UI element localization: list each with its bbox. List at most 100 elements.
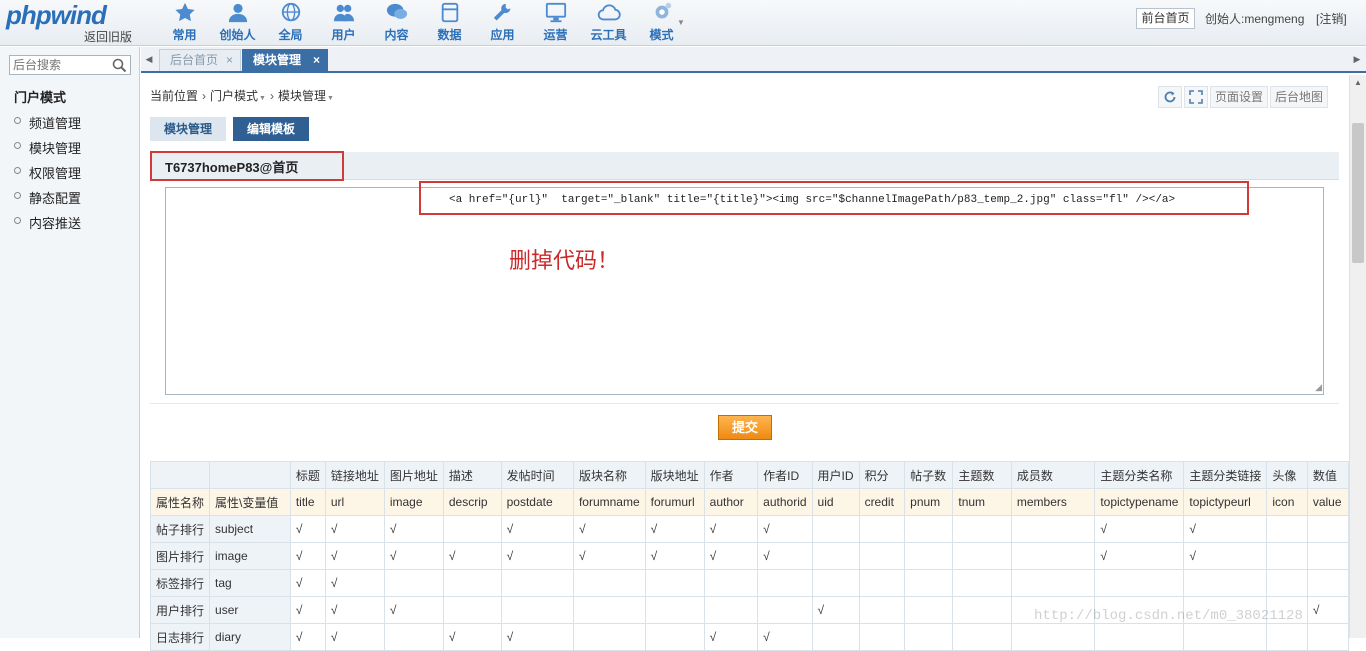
resize-handle-icon[interactable]: ◢	[1315, 382, 1322, 393]
chevron-down-icon[interactable]: ▼	[259, 95, 266, 102]
main-content: 当前位置 › 门户模式▼ › 模块管理▼ 页面设置 后台地图 模块管理 编辑模板 T67…	[141, 75, 1350, 651]
logo-text: phpwind	[6, 0, 107, 30]
front-home-button[interactable]: 前台首页	[1136, 8, 1195, 29]
table-cell	[904, 596, 954, 624]
search-icon[interactable]	[112, 58, 127, 73]
logo[interactable]: phpwind 返回旧版	[6, 0, 136, 46]
chevron-down-icon[interactable]: ▼	[327, 95, 334, 102]
breadcrumb-module-management[interactable]: 模块管理	[278, 89, 326, 103]
page-settings-button[interactable]: 页面设置	[1210, 86, 1269, 108]
table-cell	[1094, 623, 1185, 651]
nav-item-label: 数据	[437, 28, 462, 42]
table-cell: 用户ID	[811, 461, 860, 489]
table-cell	[149, 461, 211, 489]
scroll-up-icon[interactable]: ▲	[1350, 75, 1366, 91]
nav-item-8[interactable]: 云工具	[582, 0, 635, 46]
close-icon[interactable]: ×	[226, 50, 233, 70]
table-cell: 主题分类名称	[1094, 461, 1185, 489]
table-cell: √	[442, 542, 502, 570]
refresh-button[interactable]	[1158, 86, 1182, 108]
table-cell: √	[383, 515, 444, 543]
table-cell: tnum	[952, 488, 1012, 516]
subtab-module-management[interactable]: 模块管理	[150, 117, 227, 141]
table-cell: value	[1306, 488, 1350, 516]
search-input[interactable]	[13, 58, 111, 72]
sidebar-item[interactable]: 频道管理	[14, 113, 81, 138]
table-cell	[904, 569, 954, 597]
table-cell: √	[289, 542, 326, 570]
tab-scroll-right-icon[interactable]: ▶	[1350, 51, 1364, 67]
scrollbar-thumb[interactable]	[1352, 123, 1364, 263]
nav-item-6[interactable]: 应用	[476, 0, 529, 46]
bullet-icon	[14, 167, 21, 174]
table-cell: authorid	[757, 488, 813, 516]
table-cell	[644, 596, 705, 624]
nav-item-1[interactable]: 创始人	[211, 0, 264, 46]
table-cell	[1306, 569, 1350, 597]
table-cell: 描述	[442, 461, 502, 489]
table-cell: 版块地址	[644, 461, 705, 489]
nav-item-5[interactable]: 数据	[423, 0, 476, 46]
vertical-scrollbar[interactable]: ▲	[1349, 75, 1366, 638]
table-cell: topictypeurl	[1183, 488, 1268, 516]
tab-scroll-left-icon[interactable]: ◀	[142, 51, 156, 67]
close-icon[interactable]: ×	[313, 50, 320, 70]
tab-module-management[interactable]: 模块管理 ×	[242, 49, 328, 71]
table-cell	[904, 542, 954, 570]
table-cell	[442, 596, 502, 624]
table-cell	[1306, 542, 1350, 570]
table-cell: title	[289, 488, 326, 516]
table-cell	[1010, 623, 1096, 651]
chevron-down-icon[interactable]: ▼	[677, 18, 685, 27]
table-cell	[811, 515, 860, 543]
sidebar-item[interactable]: 内容推送	[14, 213, 81, 238]
bullet-icon	[14, 142, 21, 149]
template-editor[interactable]: <a href="{url}" target="_blank" title="{…	[165, 181, 1324, 395]
subtab-edit-template[interactable]: 编辑模板	[233, 117, 310, 141]
nav-item-7[interactable]: 运营	[529, 0, 582, 46]
logout-link[interactable]: [注销]	[1316, 10, 1347, 27]
table-cell: √	[383, 542, 444, 570]
table-cell: user	[209, 596, 291, 624]
nav-item-2[interactable]: 全局	[264, 0, 317, 46]
table-cell	[1306, 623, 1350, 651]
nav-item-0[interactable]: 常用	[158, 0, 211, 46]
refresh-icon	[1164, 91, 1176, 103]
table-cell	[1010, 515, 1096, 543]
table-cell	[858, 623, 906, 651]
table-cell: √	[289, 515, 326, 543]
fullscreen-button[interactable]	[1184, 86, 1208, 108]
sidebar-item[interactable]: 权限管理	[14, 163, 81, 188]
chat-icon	[386, 3, 407, 19]
sidebar-item[interactable]: 静态配置	[14, 188, 81, 213]
sidebar-item[interactable]: 模块管理	[14, 138, 81, 163]
back-old-version-link[interactable]: 返回旧版	[84, 28, 132, 45]
tab-bar: ◀ 后台首页 × 模块管理 × ▶	[141, 47, 1366, 73]
table-cell: 版块名称	[572, 461, 646, 489]
table-row: 帖子排行 subject √ √ √ √ √ √ √ √ √ √	[149, 515, 1350, 543]
table-cell: √	[1183, 542, 1268, 570]
nav-item-label: 模式	[649, 28, 674, 42]
cloud-icon	[597, 4, 621, 21]
table-cell: √	[324, 515, 385, 543]
gear-icon	[655, 2, 671, 19]
table-cell: credit	[858, 488, 906, 516]
table-cell: √	[324, 623, 385, 651]
tab-backend-home[interactable]: 后台首页 ×	[159, 49, 241, 71]
table-cell: √	[500, 623, 574, 651]
table-cell	[1094, 569, 1185, 597]
table-cell	[442, 569, 502, 597]
nav-item-4[interactable]: 内容	[370, 0, 423, 46]
table-row: 日志排行 diary √ √ √ √ √ √	[149, 623, 1350, 651]
table-cell: 图片地址	[383, 461, 444, 489]
table-cell	[644, 623, 705, 651]
submit-button[interactable]: 提交	[718, 415, 772, 440]
sub-tabs: 模块管理 编辑模板	[150, 117, 316, 141]
site-map-button[interactable]: 后台地图	[1270, 86, 1329, 108]
table-cell: 属性\变量值	[209, 488, 291, 516]
breadcrumb-portal-mode[interactable]: 门户模式	[210, 89, 258, 103]
table-cell: √	[500, 515, 574, 543]
nav-item-3[interactable]: 用户	[317, 0, 370, 46]
table-cell: 图片排行	[149, 542, 211, 570]
table-cell	[952, 542, 1012, 570]
